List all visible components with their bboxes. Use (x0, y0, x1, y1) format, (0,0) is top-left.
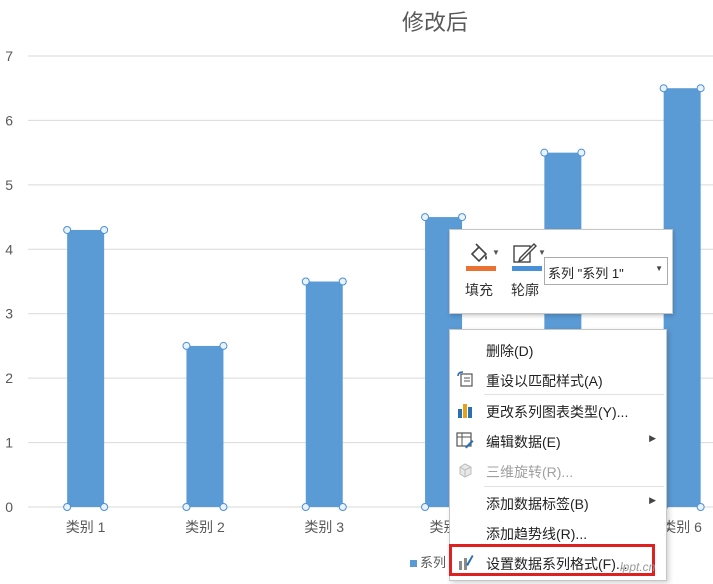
menu-item-3d-rotation[interactable]: 三维旋转(R)... (450, 456, 666, 484)
rotate-3d-icon (459, 463, 472, 478)
bar[interactable] (186, 345, 224, 507)
x-tick-label: 类别 1 (66, 519, 106, 535)
series-selector[interactable]: 系列 "系列 1" ▼ (544, 257, 668, 285)
bar[interactable] (67, 229, 105, 507)
menu-item-change-chart-type[interactable]: 更改系列图表类型(Y)... (450, 396, 666, 424)
selection-handle[interactable] (219, 341, 228, 350)
y-tick-label: 1 (5, 435, 13, 451)
menu-item-label: 删除(D) (486, 343, 534, 359)
selection-handle[interactable] (63, 503, 72, 511)
selection-handle[interactable] (100, 503, 109, 511)
y-tick-label: 4 (5, 241, 13, 257)
selection-handle[interactable] (540, 148, 549, 157)
menu-item-delete[interactable]: 删除(D) (450, 335, 666, 363)
y-tick-label: 0 (5, 499, 13, 515)
y-tick-label: 7 (5, 48, 13, 64)
menu-item-edit-data[interactable]: 编辑数据(E) ▶ (450, 426, 666, 454)
y-tick-label: 3 (5, 306, 13, 322)
bar[interactable] (305, 281, 343, 508)
legend: 系列 (410, 552, 446, 571)
y-tick-label: 2 (5, 370, 13, 386)
fill-button[interactable]: ▼ 填充 (456, 236, 502, 306)
menu-item-add-trendline[interactable]: 添加趋势线(R)... (450, 518, 666, 546)
menu-item-label: 添加数据标签(B) (486, 496, 589, 512)
selection-handle[interactable] (301, 503, 310, 511)
submenu-arrow-icon: ▶ (649, 433, 656, 443)
menu-item-reset-style[interactable]: 重设以匹配样式(A) (450, 365, 666, 393)
menu-item-label: 更改系列图表类型(Y)... (486, 404, 629, 420)
selection-handle[interactable] (338, 503, 347, 511)
pen-outline-icon (513, 243, 537, 263)
selection-handle[interactable] (696, 84, 705, 93)
legend-swatch (410, 560, 417, 567)
reset-style-icon (457, 371, 473, 387)
legend-label: 系列 (420, 555, 447, 570)
outline-button[interactable]: ▼ 轮廓 (502, 236, 548, 306)
fill-dropdown-arrow[interactable]: ▼ (492, 248, 500, 257)
selection-handle[interactable] (458, 213, 467, 222)
outline-color-bar (512, 266, 542, 271)
fill-color-bar (466, 266, 496, 271)
fill-label: 填充 (465, 282, 493, 298)
chart-title: 修改后 (402, 10, 468, 35)
chart-type-icon (458, 404, 472, 418)
menu-separator (484, 394, 664, 395)
mini-toolbar: ▼ 填充 ▼ 轮廓 系列 "系列 1" ▼ (449, 229, 673, 314)
menu-item-add-data-labels[interactable]: 添加数据标签(B) ▶ (450, 488, 666, 516)
selection-handle[interactable] (696, 503, 705, 511)
selection-handle[interactable] (301, 277, 310, 286)
selection-handle[interactable] (182, 503, 191, 511)
menu-item-label: 三维旋转(R)... (486, 464, 574, 480)
chevron-down-icon: ▼ (655, 264, 663, 273)
selection-handle[interactable] (100, 225, 109, 234)
menu-separator (484, 486, 664, 487)
paint-bucket-icon (470, 243, 488, 263)
y-tick-label: 5 (5, 177, 13, 193)
selection-handle[interactable] (182, 341, 191, 350)
series-selector-value: 系列 "系列 1" (548, 266, 624, 281)
submenu-arrow-icon: ▶ (649, 495, 656, 505)
menu-item-label: 重设以匹配样式(A) (486, 373, 603, 389)
menu-item-label: 编辑数据(E) (486, 434, 561, 450)
selection-handle[interactable] (577, 148, 586, 157)
x-tick-label: 类别 6 (662, 519, 702, 535)
outline-dropdown-arrow[interactable]: ▼ (538, 248, 546, 257)
menu-item-label: 添加趋势线(R)... (486, 526, 588, 542)
selection-handle[interactable] (338, 277, 347, 286)
selection-handle[interactable] (421, 213, 430, 222)
selection-handle[interactable] (219, 503, 228, 511)
selection-handle[interactable] (659, 84, 668, 93)
outline-label: 轮廓 (511, 282, 539, 298)
x-tick-label: 类别 3 (304, 519, 344, 535)
selection-handle[interactable] (63, 225, 72, 234)
selection-handle[interactable] (421, 503, 430, 511)
x-tick-label: 类别 2 (185, 519, 225, 535)
watermark: lppt.cn (620, 560, 656, 574)
edit-data-icon (456, 432, 474, 449)
y-tick-label: 6 (5, 112, 13, 128)
